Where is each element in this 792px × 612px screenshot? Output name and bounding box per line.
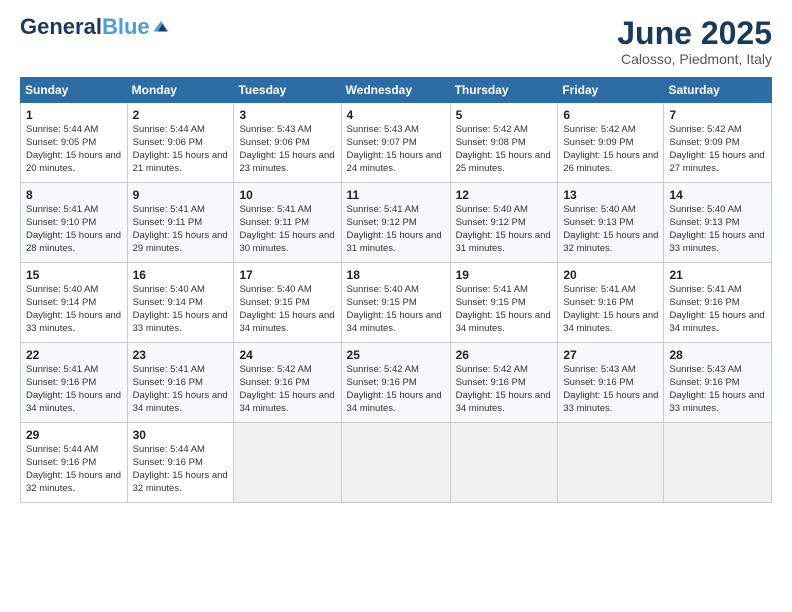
location-subtitle: Calosso, Piedmont, Italy	[617, 51, 772, 67]
day-24: 24Sunrise: 5:42 AMSunset: 9:16 PMDayligh…	[234, 343, 341, 423]
day-17: 17Sunrise: 5:40 AMSunset: 9:15 PMDayligh…	[234, 263, 341, 343]
day-19: 19Sunrise: 5:41 AMSunset: 9:15 PMDayligh…	[450, 263, 558, 343]
day-28: 28Sunrise: 5:43 AMSunset: 9:16 PMDayligh…	[664, 343, 772, 423]
day-12: 12Sunrise: 5:40 AMSunset: 9:12 PMDayligh…	[450, 183, 558, 263]
col-thursday: Thursday	[450, 78, 558, 103]
empty-cell	[450, 423, 558, 503]
day-23: 23Sunrise: 5:41 AMSunset: 9:16 PMDayligh…	[127, 343, 234, 423]
logo: GeneralBlue	[20, 16, 170, 38]
col-tuesday: Tuesday	[234, 78, 341, 103]
calendar-table: Sunday Monday Tuesday Wednesday Thursday…	[20, 77, 772, 503]
title-block: June 2025 Calosso, Piedmont, Italy	[617, 16, 772, 67]
table-row: 29Sunrise: 5:44 AMSunset: 9:16 PMDayligh…	[21, 423, 772, 503]
day-16: 16Sunrise: 5:40 AMSunset: 9:14 PMDayligh…	[127, 263, 234, 343]
day-20: 20Sunrise: 5:41 AMSunset: 9:16 PMDayligh…	[558, 263, 664, 343]
day-9: 9Sunrise: 5:41 AMSunset: 9:11 PMDaylight…	[127, 183, 234, 263]
day-30: 30Sunrise: 5:44 AMSunset: 9:16 PMDayligh…	[127, 423, 234, 503]
day-8: 8Sunrise: 5:41 AMSunset: 9:10 PMDaylight…	[21, 183, 128, 263]
col-saturday: Saturday	[664, 78, 772, 103]
day-5: 5Sunrise: 5:42 AMSunset: 9:08 PMDaylight…	[450, 103, 558, 183]
day-4: 4Sunrise: 5:43 AMSunset: 9:07 PMDaylight…	[341, 103, 450, 183]
day-7: 7Sunrise: 5:42 AMSunset: 9:09 PMDaylight…	[664, 103, 772, 183]
day-18: 18Sunrise: 5:40 AMSunset: 9:15 PMDayligh…	[341, 263, 450, 343]
day-22: 22Sunrise: 5:41 AMSunset: 9:16 PMDayligh…	[21, 343, 128, 423]
empty-cell	[341, 423, 450, 503]
day-2: 2Sunrise: 5:44 AMSunset: 9:06 PMDaylight…	[127, 103, 234, 183]
day-25: 25Sunrise: 5:42 AMSunset: 9:16 PMDayligh…	[341, 343, 450, 423]
col-wednesday: Wednesday	[341, 78, 450, 103]
day-1: 1Sunrise: 5:44 AMSunset: 9:05 PMDaylight…	[21, 103, 128, 183]
col-friday: Friday	[558, 78, 664, 103]
logo-icon	[152, 18, 170, 36]
day-13: 13Sunrise: 5:40 AMSunset: 9:13 PMDayligh…	[558, 183, 664, 263]
day-29: 29Sunrise: 5:44 AMSunset: 9:16 PMDayligh…	[21, 423, 128, 503]
day-21: 21Sunrise: 5:41 AMSunset: 9:16 PMDayligh…	[664, 263, 772, 343]
day-6: 6Sunrise: 5:42 AMSunset: 9:09 PMDaylight…	[558, 103, 664, 183]
month-title: June 2025	[617, 16, 772, 51]
table-row: 22Sunrise: 5:41 AMSunset: 9:16 PMDayligh…	[21, 343, 772, 423]
day-15: 15Sunrise: 5:40 AMSunset: 9:14 PMDayligh…	[21, 263, 128, 343]
empty-cell	[558, 423, 664, 503]
day-14: 14Sunrise: 5:40 AMSunset: 9:13 PMDayligh…	[664, 183, 772, 263]
col-monday: Monday	[127, 78, 234, 103]
empty-cell	[664, 423, 772, 503]
day-27: 27Sunrise: 5:43 AMSunset: 9:16 PMDayligh…	[558, 343, 664, 423]
table-row: 15Sunrise: 5:40 AMSunset: 9:14 PMDayligh…	[21, 263, 772, 343]
day-3: 3Sunrise: 5:43 AMSunset: 9:06 PMDaylight…	[234, 103, 341, 183]
empty-cell	[234, 423, 341, 503]
logo-text: GeneralBlue	[20, 16, 150, 38]
col-sunday: Sunday	[21, 78, 128, 103]
page-header: GeneralBlue June 2025 Calosso, Piedmont,…	[20, 16, 772, 67]
day-26: 26Sunrise: 5:42 AMSunset: 9:16 PMDayligh…	[450, 343, 558, 423]
table-row: 1Sunrise: 5:44 AMSunset: 9:05 PMDaylight…	[21, 103, 772, 183]
table-row: 8Sunrise: 5:41 AMSunset: 9:10 PMDaylight…	[21, 183, 772, 263]
day-10: 10Sunrise: 5:41 AMSunset: 9:11 PMDayligh…	[234, 183, 341, 263]
day-11: 11Sunrise: 5:41 AMSunset: 9:12 PMDayligh…	[341, 183, 450, 263]
